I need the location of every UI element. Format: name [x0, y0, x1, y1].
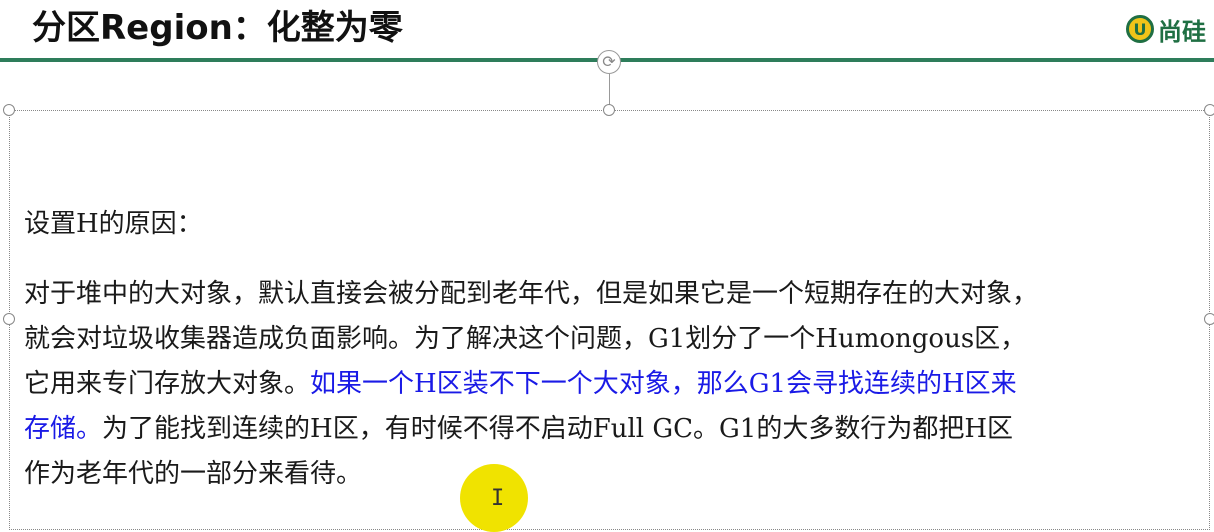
paragraph-line-3: 它用来专门存放大对象。如果一个H区装不下一个大对象，那么G1会寻找连续的H区来 [24, 362, 1214, 407]
text-cursor-icon: I [491, 486, 505, 511]
resize-handle-top-right[interactable] [1204, 104, 1214, 116]
line-text: 对于堆中的大对象，默认直接会被分配到老年代，但是如果它是一个短期存在的大对象， [24, 279, 1039, 309]
brand-logo: U 尚硅 [1126, 12, 1206, 46]
resize-handle-top-left[interactable] [3, 104, 15, 116]
line-text: 为了能找到连续的H区，有时候不得不启动Full GC。G1的大多数行为都把H区 [102, 414, 1014, 444]
paragraph-line-4: 存储。为了能找到连续的H区，有时候不得不启动Full GC。G1的大多数行为都把… [24, 407, 1214, 452]
resize-handle-top-center[interactable] [603, 104, 615, 116]
rotate-handle-icon[interactable]: ⟳ [597, 50, 621, 74]
slide-title: 分区Region：化整为零 [32, 8, 403, 48]
line-text: 作为老年代的一部分来看待。 [24, 459, 363, 489]
paragraph-line-5: 作为老年代的一部分来看待。 [24, 452, 1214, 497]
highlighted-text: 存储。 [24, 414, 103, 444]
content-heading[interactable]: 设置H的原因： [24, 202, 203, 246]
logo-mark-icon: U [1126, 15, 1154, 43]
resize-handle-middle-left[interactable] [3, 313, 15, 325]
content-paragraph[interactable]: 对于堆中的大对象，默认直接会被分配到老年代，但是如果它是一个短期存在的大对象， … [24, 272, 1214, 497]
logo-text: 尚硅 [1158, 17, 1206, 46]
line-text: 它用来专门存放大对象。 [24, 369, 311, 399]
highlighted-text: 如果一个H区装不下一个大对象，那么G1会寻找连续的H区来 [310, 369, 1017, 399]
paragraph-line-2: 就会对垃圾收集器造成负面影响。为了解决这个问题，G1划分了一个Humongous… [24, 317, 1214, 362]
paragraph-line-1: 对于堆中的大对象，默认直接会被分配到老年代，但是如果它是一个短期存在的大对象， [24, 272, 1214, 317]
rotate-stem [609, 74, 610, 106]
line-text: 就会对垃圾收集器造成负面影响。为了解决这个问题，G1划分了一个Humongous… [24, 324, 1027, 354]
